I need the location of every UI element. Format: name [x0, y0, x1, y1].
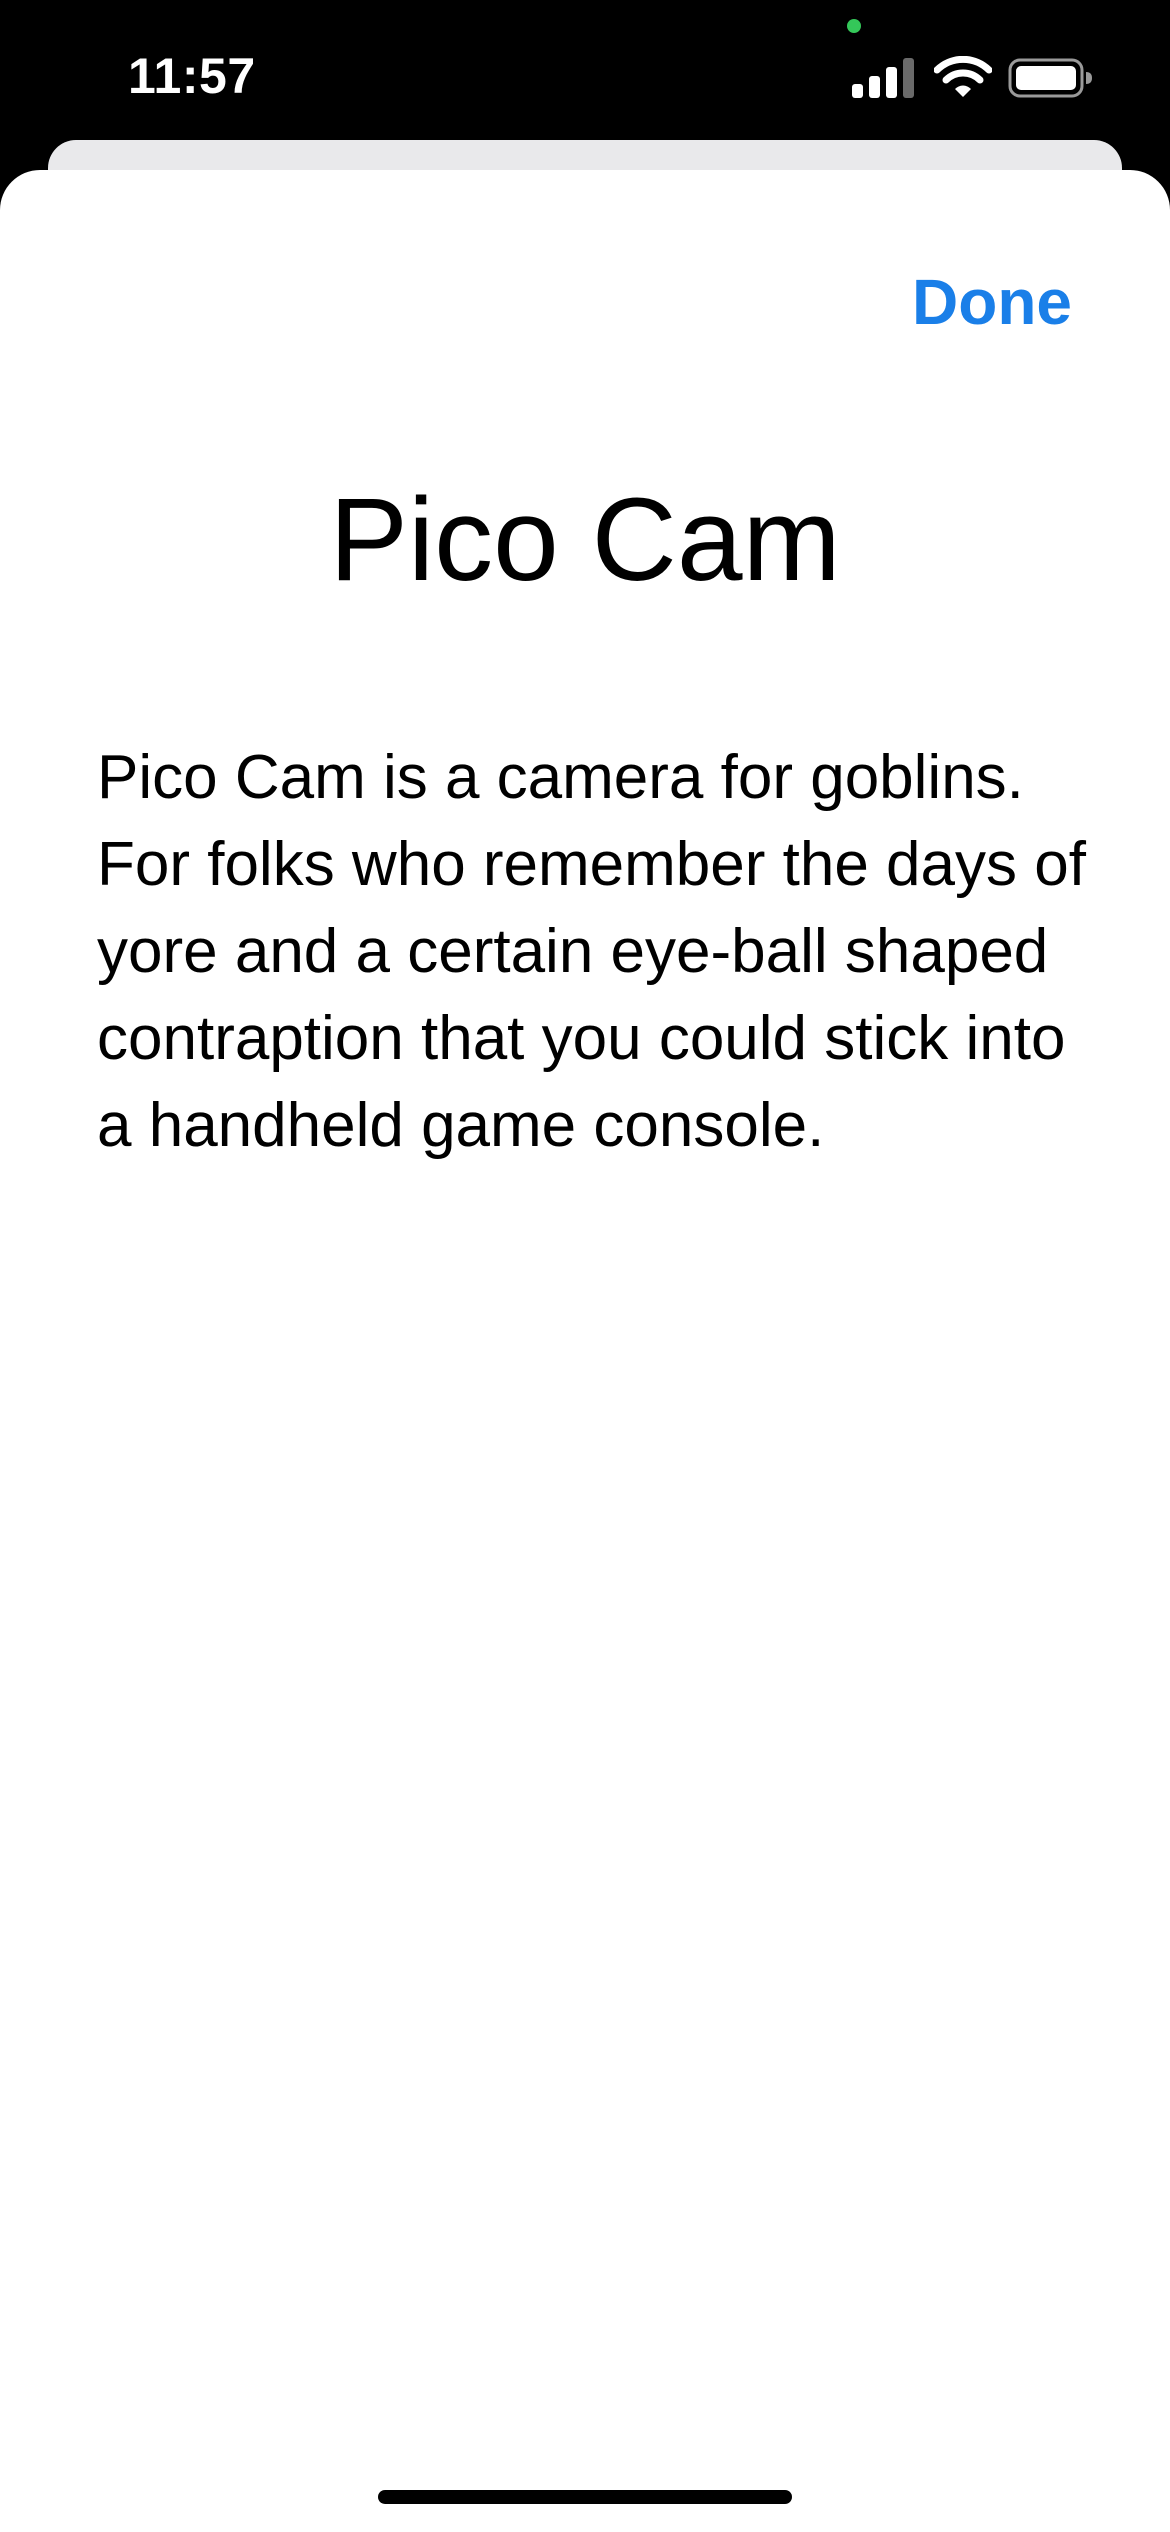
app-description: Pico Cam is a camera for goblins. For fo… [97, 743, 1086, 1160]
home-indicator[interactable] [378, 2490, 792, 2504]
sheet-title: Pico Cam [329, 474, 841, 606]
screen: 11:57 Done Pico Cam Pico Cam is a camera… [0, 0, 1170, 2532]
status-time: 11:57 [128, 48, 256, 104]
battery-icon [1008, 58, 1092, 98]
wifi-icon [934, 56, 992, 97]
cellular-signal-icon [852, 58, 914, 98]
done-button[interactable]: Done [912, 262, 1072, 342]
privacy-indicator-dot [847, 19, 861, 33]
